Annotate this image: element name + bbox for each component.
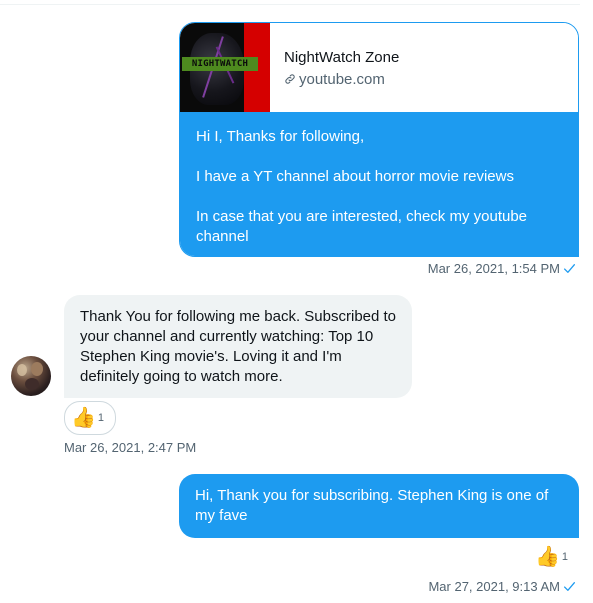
reaction-badge[interactable]: 👍 1 bbox=[533, 541, 573, 573]
avatar[interactable] bbox=[11, 356, 51, 396]
outgoing-message[interactable]: Hi, Thank you for subscribing. Stephen K… bbox=[179, 474, 579, 538]
link-preview-domain: youtube.com bbox=[284, 71, 385, 88]
thumbs-up-icon: 👍 bbox=[535, 546, 560, 568]
outgoing-card-text: Hi I, Thanks for following, I have a YT … bbox=[180, 112, 578, 256]
message-timestamp: Mar 27, 2021, 9:13 AM bbox=[428, 579, 576, 594]
message-line: In case that you are interested, check m… bbox=[196, 208, 528, 245]
thumbs-up-icon: 👍 bbox=[71, 407, 96, 429]
top-divider bbox=[0, 4, 580, 5]
link-preview-thumbnail: NIGHTWATCH bbox=[180, 23, 270, 112]
message-timestamp: Mar 26, 2021, 1:54 PM bbox=[428, 261, 576, 276]
outgoing-card-message[interactable]: NIGHTWATCH NightWatch Zone youtube.com H… bbox=[179, 22, 579, 257]
avatar-detail bbox=[31, 362, 43, 376]
link-icon bbox=[285, 74, 295, 84]
incoming-message-text: Thank You for following me back. Subscri… bbox=[80, 308, 397, 385]
avatar-detail bbox=[17, 364, 27, 376]
outgoing-message-text: Hi, Thank you for subscribing. Stephen K… bbox=[195, 487, 549, 524]
link-preview[interactable]: NIGHTWATCH NightWatch Zone youtube.com bbox=[180, 23, 578, 112]
message-line: Hi I, Thanks for following, bbox=[196, 128, 365, 145]
reaction-badge[interactable]: 👍 1 bbox=[64, 401, 116, 435]
check-icon bbox=[563, 264, 576, 273]
thumbnail-logo-text: NIGHTWATCH bbox=[182, 57, 258, 71]
link-domain-text: youtube.com bbox=[299, 71, 385, 88]
check-icon bbox=[563, 582, 576, 591]
link-preview-title: NightWatch Zone bbox=[284, 49, 400, 66]
timestamp-text: Mar 27, 2021, 9:13 AM bbox=[428, 579, 560, 594]
incoming-message[interactable]: Thank You for following me back. Subscri… bbox=[64, 295, 412, 398]
message-line: I have a YT channel about horror movie r… bbox=[196, 168, 514, 185]
avatar-detail bbox=[25, 378, 39, 390]
reaction-count: 1 bbox=[561, 551, 569, 563]
message-timestamp: Mar 26, 2021, 2:47 PM bbox=[64, 440, 197, 455]
timestamp-text: Mar 26, 2021, 1:54 PM bbox=[427, 261, 560, 276]
reaction-count: 1 bbox=[97, 412, 105, 424]
